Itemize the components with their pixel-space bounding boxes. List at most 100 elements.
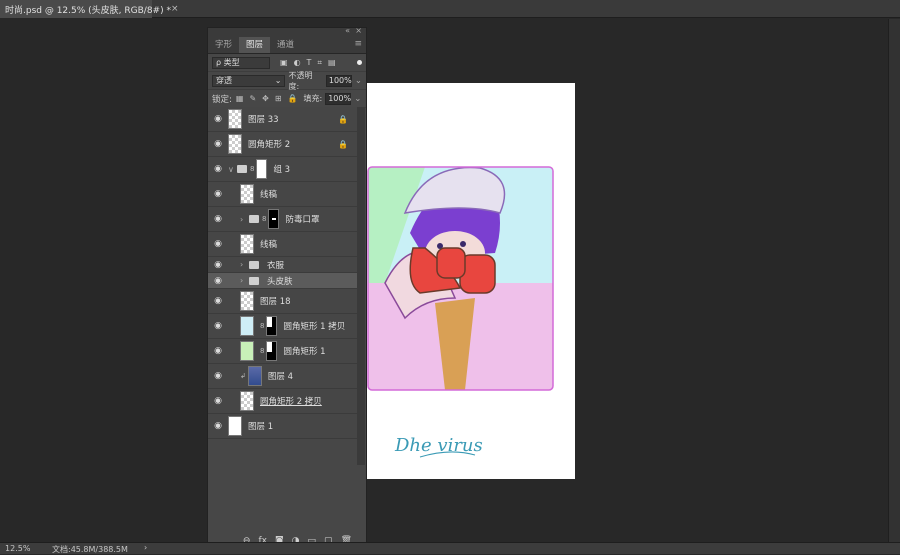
group-chevron-icon[interactable]: › (240, 215, 249, 224)
group-chevron-icon[interactable]: ∨ (228, 165, 237, 174)
layer-thumbnail (240, 291, 254, 311)
lock-transparent-icon[interactable]: ▦ (236, 94, 244, 103)
filter-type-select[interactable]: ρ 类型 (212, 56, 270, 69)
layer-name: 图层 1 (248, 422, 274, 432)
adjustment-filter-icon[interactable]: ◐ (294, 58, 301, 68)
group-chevron-icon[interactable]: › (240, 276, 249, 285)
layer-row[interactable]: ◉ 线稿 (208, 182, 358, 207)
eye-icon[interactable]: ◉ (208, 239, 228, 249)
layer-row-selected[interactable]: ◉ › 头皮肤 (208, 273, 358, 289)
blend-mode-value: 穿透 (216, 76, 232, 85)
eye-icon[interactable]: ◉ (208, 346, 228, 356)
pixel-filter-icon[interactable]: ▣ (280, 58, 288, 68)
fill-field[interactable]: 100% (325, 92, 352, 105)
layer-row[interactable]: ◉ 线稿 (208, 232, 358, 257)
eye-icon[interactable]: ◉ (208, 164, 228, 174)
status-menu-icon[interactable]: › (144, 543, 147, 552)
layer-name: 图层 33 (248, 115, 279, 125)
layer-row[interactable]: ◉ 图层 1 (208, 414, 358, 439)
lock-paint-icon[interactable]: ✎ (249, 94, 256, 103)
shape-filter-icon[interactable]: ⌗ (317, 58, 322, 68)
eye-icon[interactable]: ◉ (208, 371, 228, 381)
group-chevron-icon[interactable]: › (240, 260, 249, 269)
smart-object-filter-icon[interactable]: ▤ (328, 58, 336, 68)
layer-thumbnail (240, 391, 254, 411)
tab-glyphs[interactable]: 字形 (208, 37, 239, 53)
layer-name: 防毒口罩 (285, 215, 320, 225)
eye-icon[interactable]: ◉ (208, 421, 228, 431)
lock-move-icon[interactable]: ✥ (262, 94, 269, 103)
layer-mask-thumbnail (266, 316, 278, 336)
document-canvas[interactable]: Dhe virus (365, 83, 575, 479)
layer-name: 线稿 (260, 190, 278, 200)
layer-thumbnail (240, 184, 254, 204)
filter-toggle[interactable] (357, 60, 362, 65)
layer-name: 圆角矩形 1 (283, 347, 326, 357)
layer-row[interactable]: ◉ 圆角矩形 2 拷贝 (208, 389, 358, 414)
layer-name: 组 3 (273, 165, 291, 175)
fill-chevron-icon[interactable]: ⌄ (354, 94, 361, 104)
layer-row[interactable]: ◉ 8 圆角矩形 1 (208, 339, 358, 364)
zoom-level[interactable]: 12.5% (5, 544, 30, 553)
layer-row[interactable]: ◉ 8 圆角矩形 1 拷贝 (208, 314, 358, 339)
document-tab[interactable]: 时尚.psd @ 12.5% (头皮肤, RGB/8#) * × (0, 0, 179, 18)
lock-all-icon[interactable]: 🔒 (288, 94, 298, 103)
eye-icon[interactable]: ◉ (208, 321, 228, 331)
layer-row[interactable]: ◉ 圆角矩形 2 🔒 (208, 132, 358, 157)
blend-mode-select[interactable]: 穿透 ⌄ (212, 74, 286, 87)
panel-menu-icon[interactable]: ≡ (354, 39, 362, 49)
layer-name: 衣服 (267, 260, 285, 271)
layer-thumbnail (240, 341, 254, 361)
eye-icon[interactable]: ◉ (208, 214, 228, 224)
link-icon: 8 (260, 322, 265, 330)
text-filter-icon[interactable]: T (307, 58, 312, 68)
tab-layers[interactable]: 图层 (239, 37, 271, 53)
status-bar: 12.5% 文档:45.8M/388.5M › (0, 542, 900, 554)
layer-mask-thumbnail (268, 209, 280, 229)
opacity-label: 不透明度: (288, 70, 313, 91)
lock-artboard-icon[interactable]: ⊞ (275, 94, 282, 103)
layer-row[interactable]: ◉ 图层 33 🔒 (208, 107, 358, 132)
eye-icon[interactable]: ◉ (208, 276, 228, 286)
layer-row[interactable]: ◉ 图层 18 (208, 289, 358, 314)
layer-mask-thumbnail (256, 159, 268, 179)
link-icon: 8 (260, 347, 265, 355)
layer-row[interactable]: ◉ ↲ 图层 4 (208, 364, 358, 389)
layers-scrollbar[interactable] (357, 107, 365, 465)
layer-mask-thumbnail (266, 341, 278, 361)
eye-icon[interactable]: ◉ (208, 260, 228, 270)
layer-name: 图层 4 (267, 372, 293, 382)
blend-row: 穿透 ⌄ 不透明度: 100% ⌄ (208, 70, 366, 91)
layer-row[interactable]: ◉ ∨ 8 组 3 (208, 157, 358, 182)
collapse-icon[interactable]: « (345, 26, 350, 35)
vertical-scrollbar[interactable] (888, 19, 900, 542)
eye-icon[interactable]: ◉ (208, 189, 228, 199)
eye-icon[interactable]: ◉ (208, 296, 228, 306)
eye-icon[interactable]: ◉ (208, 396, 228, 406)
layer-thumbnail (240, 316, 254, 336)
lock-label: 锁定: (212, 94, 232, 105)
link-icon: 8 (262, 215, 267, 223)
tab-channels[interactable]: 通道 (270, 37, 301, 53)
panel-close-icon[interactable]: × (355, 26, 362, 35)
layer-thumbnail (247, 366, 262, 386)
folder-icon (249, 276, 259, 285)
layer-row[interactable]: ◉ › 8 防毒口罩 (208, 207, 358, 232)
opacity-chevron-icon[interactable]: ⌄ (355, 76, 362, 86)
eye-icon[interactable]: ◉ (208, 114, 228, 124)
layer-row[interactable]: ◉ › 衣服 (208, 257, 358, 273)
opacity-field[interactable]: 100% (325, 74, 352, 87)
layer-name: 图层 18 (260, 297, 291, 307)
close-icon[interactable]: × (171, 4, 179, 14)
link-icon: 8 (250, 165, 255, 173)
panel-tabs: 字形 图层 通道 ≡ (208, 37, 366, 54)
layer-thumbnail (228, 109, 242, 129)
layer-thumbnail (228, 134, 242, 154)
filter-icons: ▣ ◐ T ⌗ ▤ (280, 58, 336, 68)
artwork: Dhe virus (367, 166, 554, 458)
filter-row: ρ 类型 ▣ ◐ T ⌗ ▤ (208, 54, 366, 72)
document-size: 文档:45.8M/388.5M (52, 545, 128, 554)
folder-icon (249, 260, 259, 269)
eye-icon[interactable]: ◉ (208, 139, 228, 149)
folder-icon (237, 165, 247, 173)
